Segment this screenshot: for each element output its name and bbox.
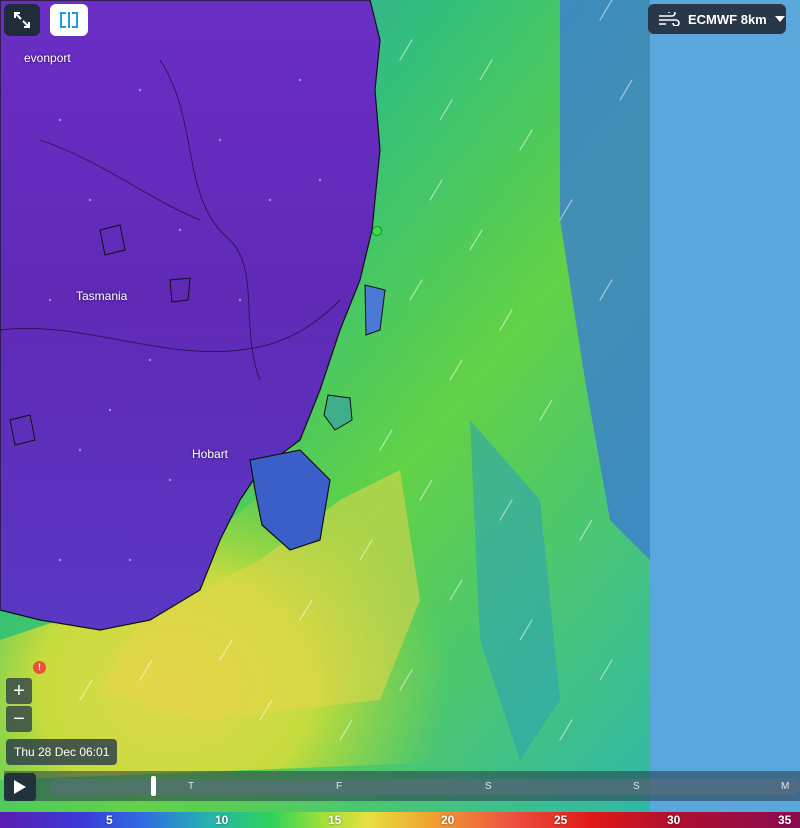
split-view-button[interactable] <box>50 4 88 36</box>
wind-icon <box>658 12 680 26</box>
split-view-icon <box>60 12 78 28</box>
timeline-day-label: M <box>781 781 790 792</box>
place-label-devonport: evonport <box>24 51 71 65</box>
timeline-day-label: S <box>633 781 640 792</box>
legend-label: 15 <box>328 813 342 827</box>
timeline-day-label: T <box>188 781 195 792</box>
place-label-tasmania: Tasmania <box>76 289 128 303</box>
play-icon <box>14 780 26 794</box>
timeline-day-label: S <box>485 781 492 792</box>
current-time-label: Thu 28 Dec 06:01 <box>6 739 118 765</box>
model-label: ECMWF 8km <box>688 11 767 27</box>
expand-icon <box>14 12 30 28</box>
legend-label: 10 <box>215 813 229 827</box>
timeline-track[interactable] <box>50 779 800 795</box>
side-ocean-panel <box>650 0 800 812</box>
timeline-handle[interactable] <box>151 776 156 796</box>
zoom-in-button[interactable]: + <box>6 678 32 704</box>
alert-icon[interactable]: ! <box>33 661 46 674</box>
legend-label: 5 <box>106 813 113 827</box>
play-button[interactable] <box>4 773 36 801</box>
expand-button[interactable] <box>4 4 40 36</box>
model-selector[interactable]: ECMWF 8km <box>648 4 786 34</box>
timeline-day-label: F <box>336 781 343 792</box>
place-label-hobart: Hobart <box>192 447 229 461</box>
legend-label: 25 <box>554 813 568 827</box>
location-marker <box>372 226 382 236</box>
legend-label: 35 <box>778 813 792 827</box>
chevron-down-icon <box>774 16 785 22</box>
legend-label: 20 <box>441 813 455 827</box>
zoom-out-button[interactable]: − <box>6 706 32 732</box>
legend-label: 30 <box>667 813 681 827</box>
